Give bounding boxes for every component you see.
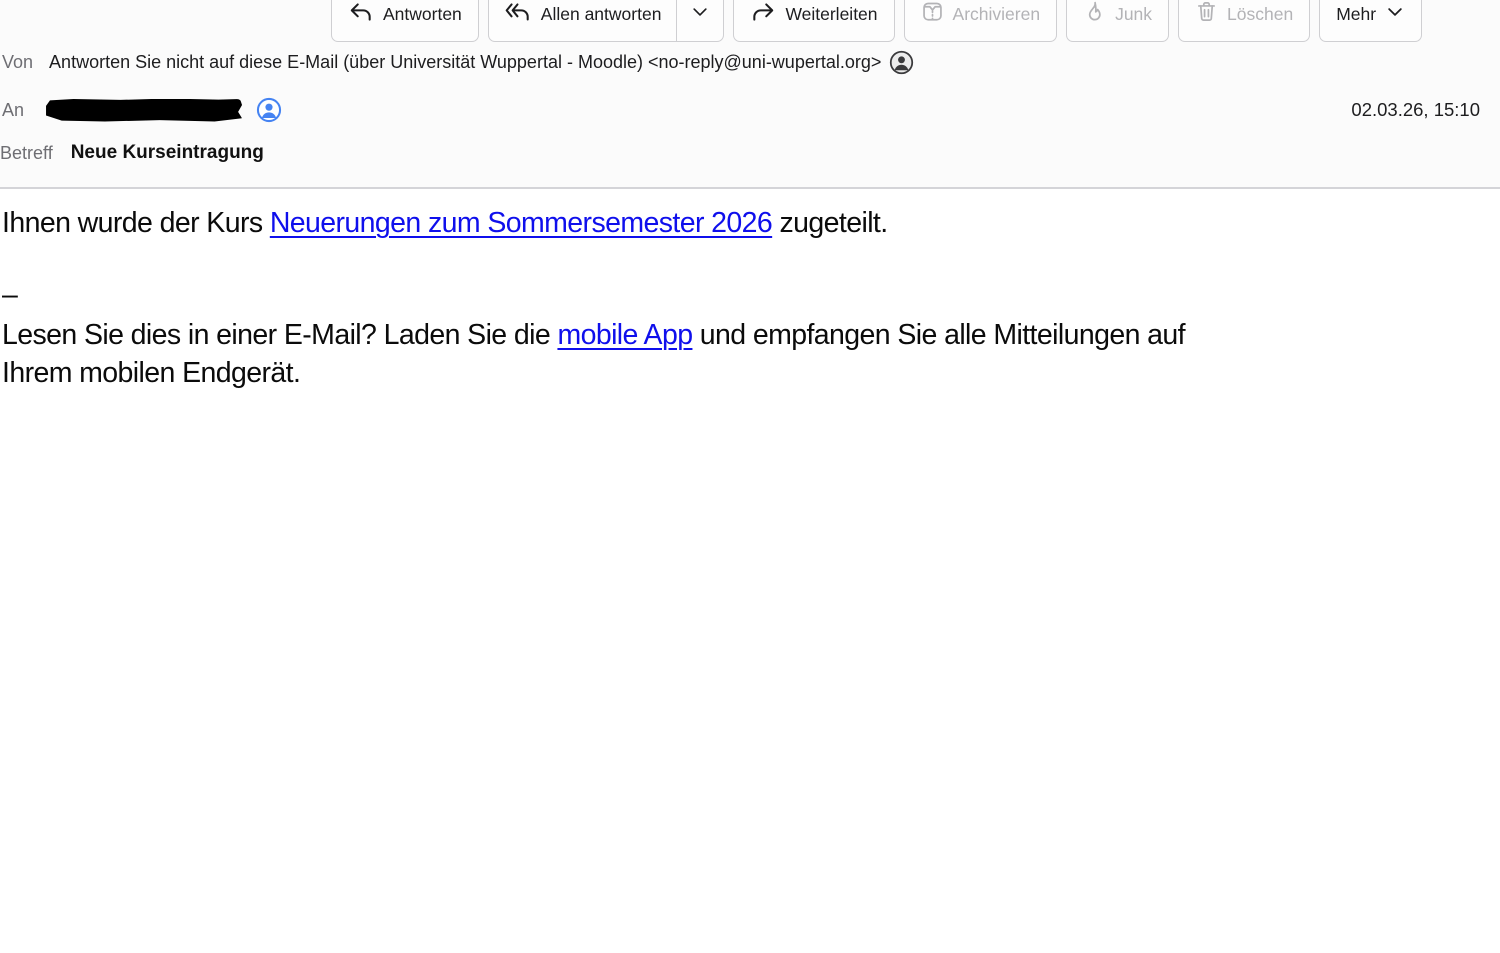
forward-icon <box>750 2 776 27</box>
body-footer: Lesen Sie dies in einer E-Mail? Laden Si… <box>2 317 1422 392</box>
reply-all-dropdown-button[interactable] <box>676 0 723 41</box>
more-button[interactable]: Mehr <box>1319 0 1422 42</box>
archive-icon <box>921 0 944 28</box>
message-header: Antworten Allen antworten <box>0 0 1500 189</box>
forward-label: Weiterleiten <box>785 4 877 25</box>
reply-all-label: Allen antworten <box>541 4 662 25</box>
from-row: Von Antworten Sie nicht auf diese E-Mail… <box>2 50 914 75</box>
subject-label: Betreff <box>0 143 53 164</box>
recipient-contact-icon[interactable] <box>256 97 282 123</box>
junk-button[interactable]: Junk <box>1066 0 1169 42</box>
from-label: Von <box>2 52 33 73</box>
redacted-recipient <box>46 99 242 122</box>
signature-separator: – <box>2 279 18 312</box>
reply-icon <box>348 2 374 27</box>
archive-button[interactable]: Archivieren <box>904 0 1058 42</box>
chevron-down-icon <box>1385 2 1405 27</box>
body-text: und empfangen Sie alle Mitteilungen auf <box>692 319 1185 351</box>
junk-flame-icon <box>1083 0 1106 28</box>
subject-row: Betreff Neue Kurseintragung <box>0 142 264 164</box>
chevron-down-icon <box>690 2 710 27</box>
reply-all-icon <box>504 2 532 27</box>
to-label: An <box>2 100 24 121</box>
reply-all-button[interactable]: Allen antworten <box>489 0 677 41</box>
reply-all-split-button: Allen antworten <box>488 0 725 42</box>
delete-button[interactable]: Löschen <box>1178 0 1310 42</box>
body-text: Ihrem mobilen Endgerät. <box>2 357 300 389</box>
from-value-wrap: Antworten Sie nicht auf diese E-Mail (üb… <box>49 50 914 75</box>
reply-label: Antworten <box>383 4 462 25</box>
archive-label: Archivieren <box>953 4 1041 25</box>
to-row: An <box>2 97 282 123</box>
junk-label: Junk <box>1115 4 1152 25</box>
from-address: Antworten Sie nicht auf diese E-Mail (üb… <box>49 52 881 73</box>
body-text: zugeteilt. <box>772 207 887 239</box>
contact-card-icon[interactable] <box>889 50 914 75</box>
message-date: 02.03.26, 15:10 <box>1351 99 1480 121</box>
reply-button[interactable]: Antworten <box>331 0 479 42</box>
mobile-app-link[interactable]: mobile App <box>557 319 692 351</box>
delete-label: Löschen <box>1227 4 1293 25</box>
message-toolbar: Antworten Allen antworten <box>331 0 1422 42</box>
body-text: Ihnen wurde der Kurs <box>2 207 270 239</box>
forward-button[interactable]: Weiterleiten <box>733 0 894 42</box>
more-label: Mehr <box>1336 4 1376 25</box>
course-link[interactable]: Neuerungen zum Sommersemester 2026 <box>270 207 772 239</box>
body-line-1: Ihnen wurde der Kurs Neuerungen zum Somm… <box>2 207 888 240</box>
body-text: Lesen Sie dies in einer E-Mail? Laden Si… <box>2 319 557 351</box>
subject-value: Neue Kurseintragung <box>71 142 264 164</box>
trash-icon <box>1195 0 1218 28</box>
email-viewer-window: Antworten Allen antworten <box>0 0 1500 953</box>
